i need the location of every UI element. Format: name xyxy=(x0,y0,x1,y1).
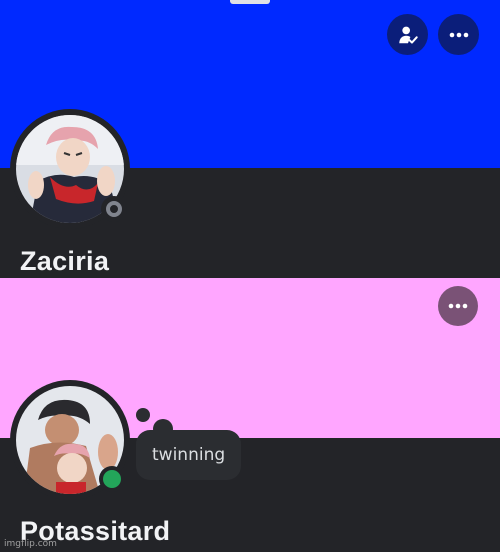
more-horizontal-icon xyxy=(449,32,468,37)
thought-bubble-dot-small xyxy=(136,408,150,422)
watermark: imgflip.com xyxy=(4,539,57,549)
friend-action-button[interactable] xyxy=(387,14,428,55)
more-horizontal-icon xyxy=(448,303,468,309)
profile-card-2: twinning Potassitard xyxy=(0,278,500,552)
sheet-drag-handle[interactable] xyxy=(230,0,270,4)
status-indicator-offline xyxy=(101,196,127,222)
username: Zaciria xyxy=(20,246,110,276)
person-check-icon xyxy=(398,26,418,44)
more-options-button[interactable] xyxy=(438,286,478,326)
profile-card-1: Zaciria xyxy=(0,0,500,278)
avatar[interactable] xyxy=(10,380,130,500)
status-indicator-online xyxy=(99,466,125,492)
custom-status-text: twinning xyxy=(152,445,226,465)
custom-status-bubble[interactable]: twinning xyxy=(136,430,242,480)
more-options-button[interactable] xyxy=(438,14,479,55)
avatar[interactable] xyxy=(10,109,130,229)
